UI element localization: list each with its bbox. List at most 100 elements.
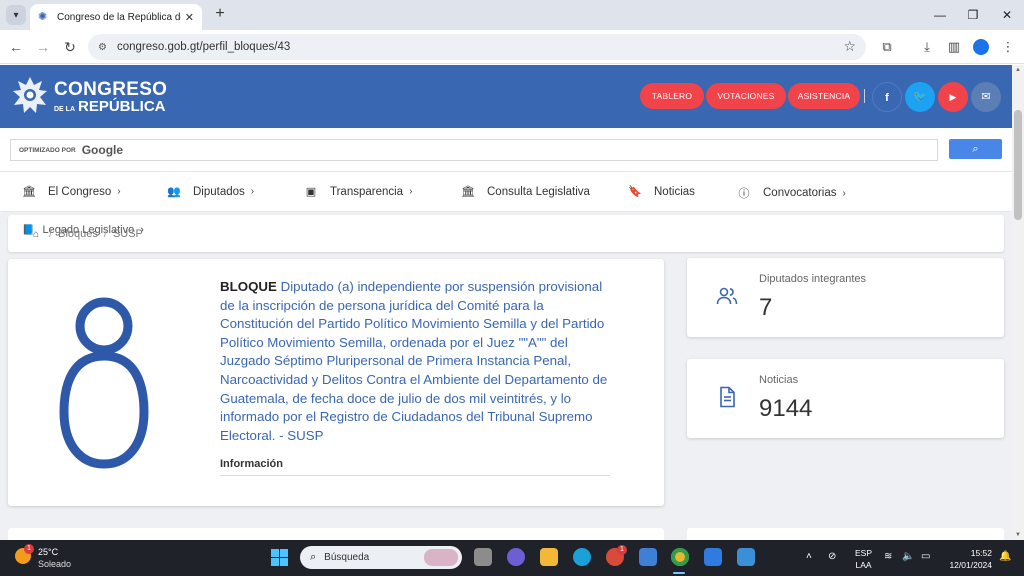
temperature[interactable]: 25°C [38,547,58,557]
task-view-icon[interactable] [474,548,492,566]
weather-badge: 1 [24,544,34,554]
nav-item-el-congreso[interactable]: 🏛 El Congreso › [22,185,121,199]
extensions-icon[interactable]: ⧉ [878,38,896,56]
bloque-name: Diputado (a) independiente por suspensió… [220,279,608,443]
breadcrumb-separator: / [103,228,107,240]
facebook-icon[interactable]: f [872,82,902,112]
bloque-description: BLOQUE Diputado (a) independiente por su… [220,278,615,445]
site-header: CONGRESO DE LA REPÚBLICA TABLERO VOTACION… [0,65,1012,128]
logo-small-text: DE LA [54,106,75,113]
start-button[interactable] [271,549,288,566]
stat-value: 7 [759,294,773,321]
taskbar-clock[interactable]: 15:52 12/01/2024 [946,547,992,571]
nav-item-convocatorias[interactable]: ⓘ Convocatorias › [737,185,846,201]
volume-icon[interactable]: 🔈 [902,551,914,562]
breadcrumb-item-current: SUSP [112,228,143,240]
chevron-right-icon: › [250,186,255,197]
restore-button[interactable]: ❐ [958,4,988,26]
taskbar-search-placeholder: Búsqueda [324,552,370,563]
clock-date: 12/01/2024 [949,560,992,570]
page-scrollbar[interactable]: ▲ ▼ [1012,65,1024,540]
search-input[interactable]: OPTIMIZADO POR Google [10,139,938,161]
language-code: ESP [855,548,873,558]
scroll-thumb[interactable] [1014,110,1022,220]
tab-title: Congreso de la República de Gu [57,11,181,23]
asistencia-button[interactable]: ASISTENCIA [788,83,860,109]
logo-subtitle[interactable]: DE LA REPÚBLICA [54,98,166,115]
site-search-bar: OPTIMIZADO POR Google ⌕ [0,128,1012,172]
stat-card-noticias: Noticias 9144 [687,359,1004,438]
stat-label: Diputados integrantes [759,273,867,285]
breadcrumb-item-bloques[interactable]: Bloques [58,228,98,240]
votaciones-button[interactable]: VOTACIONES [706,83,786,109]
building-icon: 🏛 [461,186,475,198]
browser-tab-strip: ▾ ✺ Congreso de la República de Gu ✕ + —… [0,0,1024,30]
wifi-icon[interactable]: ≋ [884,551,892,562]
breadcrumb-card [8,215,1004,252]
teams-chat-icon[interactable] [507,548,525,566]
browser-tab[interactable]: ✺ Congreso de la República de Gu ✕ [30,4,202,30]
scroll-down-icon[interactable]: ▼ [1015,532,1021,538]
twitter-icon[interactable]: 🐦 [905,82,935,112]
nav-item-transparencia[interactable]: ▣ Transparencia › [304,185,413,199]
scroll-up-icon[interactable]: ▲ [1015,67,1021,73]
ms-store-icon[interactable] [639,548,657,566]
person-silhouette-icon [59,297,149,469]
new-tab-button[interactable]: + [210,5,230,25]
forward-button[interactable]: → [33,37,53,57]
back-button[interactable]: ← [6,37,26,57]
browser-toolbar: ← → ↻ ⚙ congreso.gob.gt/perfil_bloques/4… [0,30,1024,64]
taskbar-search[interactable]: ⌕ Búsqueda [300,546,462,569]
nav-item-label: Consulta Legislativa [487,185,590,198]
file-explorer-icon[interactable] [540,548,558,566]
breadcrumb-separator: / [49,228,53,240]
close-tab-icon[interactable]: ✕ [185,11,194,24]
users-icon: 👥 [167,186,181,198]
notifications-icon[interactable]: 🔔 [999,551,1011,562]
tab-search-button[interactable]: ▾ [6,5,26,25]
chrome-menu-icon[interactable]: ⋮ [999,38,1017,56]
address-bar[interactable]: ⚙ congreso.gob.gt/perfil_bloques/43 ☆ [88,34,866,60]
archive-icon: ▣ [305,186,317,198]
users-outline-icon [716,287,738,305]
nav-item-label: El Congreso [48,185,112,198]
edge-browser-icon[interactable] [573,548,591,566]
tablero-button[interactable]: TABLERO [640,83,704,109]
youtube-icon[interactable]: ▶ [938,82,968,112]
home-icon[interactable]: ⌂ [33,229,39,240]
tray-network-off-icon[interactable]: ⊘ [828,551,836,562]
site-settings-icon[interactable]: ⚙ [98,42,107,53]
search-icon: ⌕ [310,551,317,563]
logo-republica-text: REPÚBLICA [78,98,166,115]
optimized-by-label: OPTIMIZADO POR [19,146,76,154]
weather-condition[interactable]: Soleado [38,559,71,569]
reload-button[interactable]: ↻ [60,37,80,57]
nav-item-label: Diputados [193,185,245,198]
side-panel-icon[interactable]: ▥ [945,38,963,56]
photos-icon[interactable] [737,548,755,566]
profile-avatar[interactable] [973,39,989,55]
congress-emblem-icon[interactable] [12,75,48,119]
chevron-right-icon: › [409,186,413,197]
tray-chevron-up-icon[interactable]: ˄ [806,551,812,562]
bloque-label: BLOQUE [220,279,277,294]
close-window-button[interactable]: ✕ [992,4,1022,26]
divider [220,475,610,476]
search-highlight-image [424,549,458,566]
nav-item-label: Convocatorias [763,187,837,199]
chrome-icon[interactable] [671,548,689,566]
search-button[interactable]: ⌕ [949,139,1002,159]
nav-item-noticias[interactable]: 🔖 Noticias [628,185,695,199]
site-favicon-icon: ✺ [38,11,48,23]
battery-icon[interactable]: ▭ [921,551,930,562]
language-indicator[interactable]: ESP LAA [855,547,872,571]
mail-icon[interactable]: ✉ [971,82,1001,112]
chevron-right-icon: › [117,186,121,197]
notepad-icon[interactable] [704,548,722,566]
nav-item-diputados[interactable]: 👥 Diputados › [167,185,255,199]
google-label: Google [81,143,124,157]
bookmark-star-icon[interactable]: ☆ [843,38,856,55]
nav-item-consulta-legislativa[interactable]: 🏛 Consulta Legislativa [461,185,590,199]
downloads-icon[interactable]: ⤓ [918,38,936,56]
minimize-button[interactable]: — [925,4,955,26]
